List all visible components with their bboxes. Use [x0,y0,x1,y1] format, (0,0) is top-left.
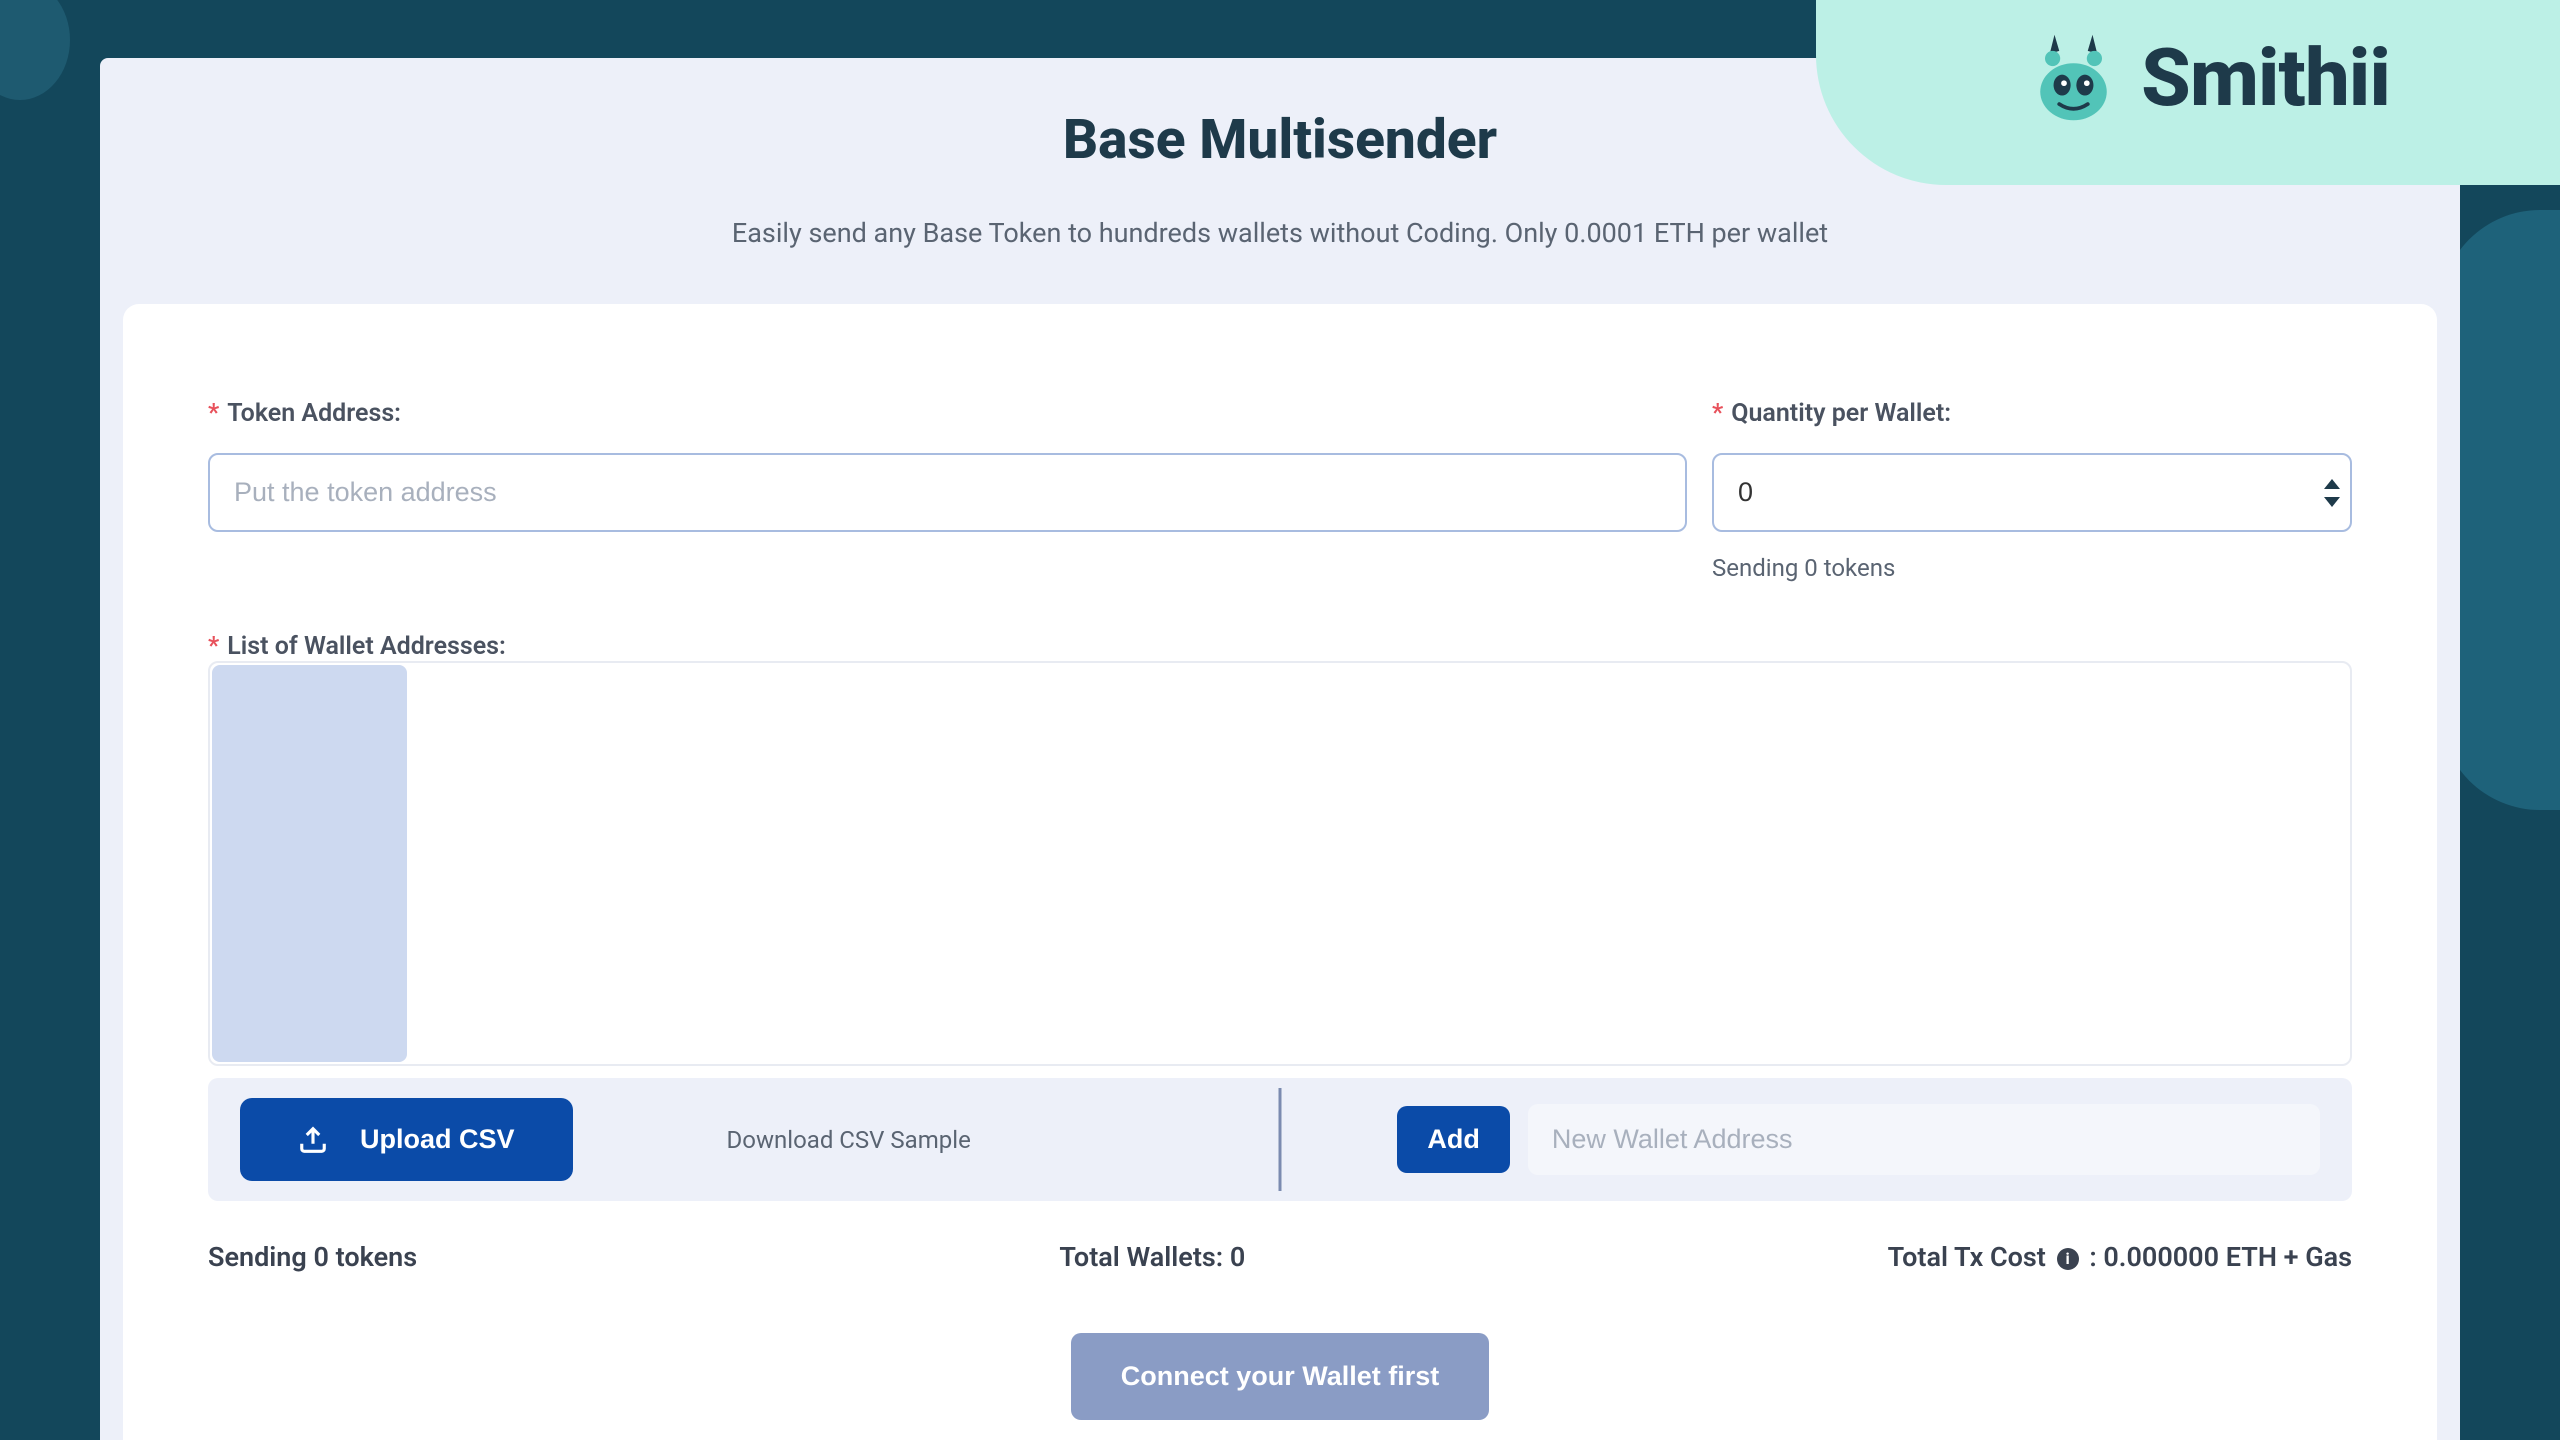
divider [1279,1088,1282,1191]
token-address-label: *Token Address: [208,399,1687,428]
info-icon[interactable]: i [2057,1248,2079,1270]
new-wallet-input[interactable] [1528,1104,2320,1175]
wallet-list-scrollbar[interactable] [212,665,407,1062]
brand-badge: Smithii [1816,0,2560,185]
connect-wallet-button[interactable]: Connect your Wallet first [1071,1333,1490,1420]
brand-name: Smithii [2141,31,2390,125]
quantity-label: *Quantity per Wallet: [1712,399,2352,428]
total-wallets-summary: Total Wallets: 0 [1059,1241,1245,1273]
tx-cost-summary: Total Tx Cost i : 0.000000 ETH + Gas [1888,1241,2352,1273]
upload-icon [298,1125,328,1155]
download-csv-sample-link[interactable]: Download CSV Sample [727,1126,971,1154]
page-subtitle: Easily send any Base Token to hundreds w… [100,217,2460,249]
brand-logo-icon [2026,30,2121,125]
sending-tokens-summary: Sending 0 tokens [208,1241,417,1273]
wallet-list-box[interactable] [208,661,2352,1066]
quantity-helper-text: Sending 0 tokens [1712,554,2352,582]
quantity-decrement-icon[interactable] [2324,497,2340,507]
form-card: *Token Address: *Quantity per Wallet: Se… [123,304,2437,1440]
main-container: Base Multisender Easily send any Base To… [100,58,2460,1440]
wallet-list-label: *List of Wallet Addresses: [208,632,506,661]
quantity-increment-icon[interactable] [2324,479,2340,489]
quantity-input[interactable] [1714,455,2324,530]
upload-csv-button[interactable]: Upload CSV [240,1098,573,1181]
actions-bar: Upload CSV Download CSV Sample Add [208,1078,2352,1201]
add-wallet-button[interactable]: Add [1397,1106,1509,1173]
token-address-input[interactable] [208,453,1687,532]
